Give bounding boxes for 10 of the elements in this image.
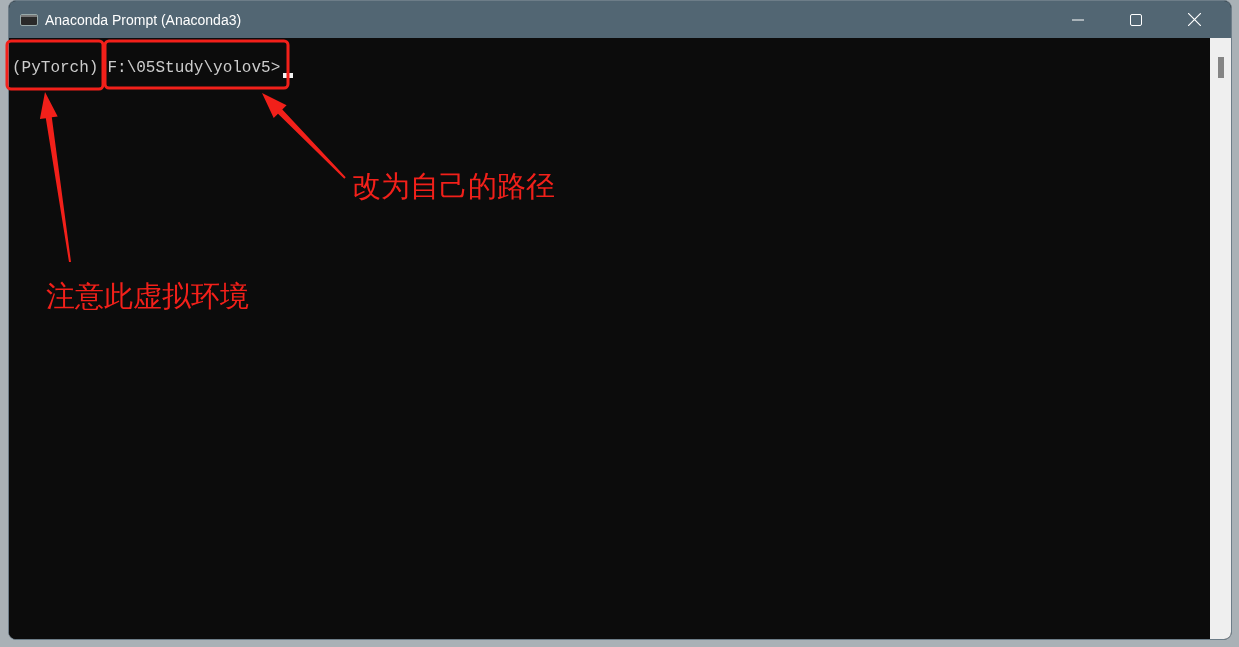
maximize-icon	[1130, 13, 1142, 26]
terminal-icon	[20, 13, 38, 26]
annotation-label: 注意此虚拟环境	[46, 278, 249, 314]
window-title: Anaconda Prompt (Anaconda3)	[45, 11, 242, 28]
scrollbar-thumb[interactable]	[1217, 57, 1224, 78]
close-icon	[1187, 13, 1201, 26]
text-cursor	[283, 73, 294, 78]
environment-name: (PyTorch)	[12, 58, 99, 79]
annotation-label: 改为自己的路径	[352, 168, 555, 204]
prompt-path: F:\05Study\yolov5>	[107, 58, 281, 79]
